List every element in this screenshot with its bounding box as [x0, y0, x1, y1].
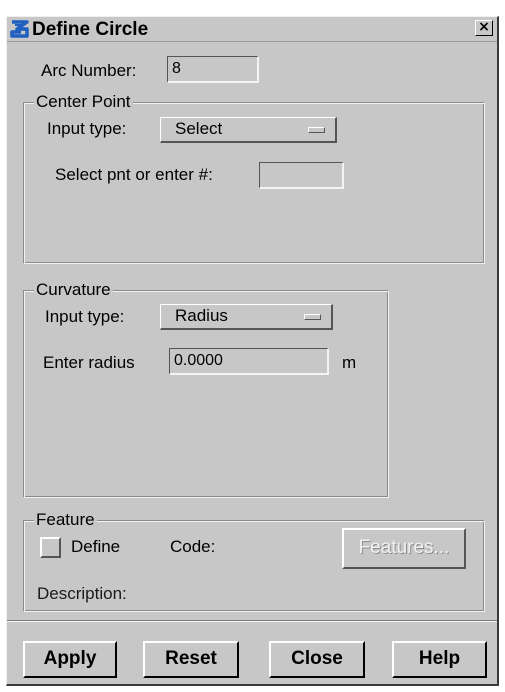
features-button[interactable]: Features... [342, 528, 466, 569]
center-point-group: Center Point Input type: Select Select p… [23, 92, 485, 264]
close-window-button[interactable]: × [475, 20, 493, 36]
define-feature-checkbox[interactable] [40, 537, 61, 558]
center-point-title: Center Point [34, 92, 133, 112]
arc-number-field[interactable]: 8 [167, 56, 259, 83]
radius-field[interactable]: 0.0000 [169, 348, 329, 375]
curvature-group: Curvature Input type: Radius Enter radiu… [23, 280, 389, 498]
radius-unit: m [342, 353, 357, 372]
curvature-input-type-label: Input type: [45, 307, 125, 326]
apply-button[interactable]: Apply [23, 641, 117, 678]
description-label: Description: [37, 584, 127, 603]
center-input-type-select[interactable]: Select [160, 117, 337, 143]
reset-button[interactable]: Reset [143, 641, 239, 678]
option-menu-indicator-icon [308, 127, 325, 133]
select-point-field[interactable] [259, 162, 344, 189]
define-feature-label: Define [71, 537, 121, 556]
button-row-separator [7, 620, 497, 622]
radius-label: Enter radius [43, 353, 135, 372]
close-button[interactable]: Close [269, 641, 365, 678]
center-input-type-value: Select [175, 119, 223, 138]
option-menu-indicator-icon [304, 314, 321, 320]
dialog-title: Define Circle [32, 19, 149, 40]
select-point-label: Select pnt or enter #: [55, 165, 213, 184]
close-icon: × [478, 19, 490, 35]
app-logo-icon [9, 18, 31, 40]
center-input-type-label: Input type: [47, 119, 127, 138]
help-button[interactable]: Help [392, 641, 487, 678]
curvature-title: Curvature [34, 280, 113, 300]
arc-number-label: Arc Number: [41, 61, 137, 80]
feature-title: Feature [34, 510, 97, 530]
curvature-input-type-value: Radius [175, 306, 228, 325]
code-label: Code: [170, 537, 216, 556]
curvature-input-type-select[interactable]: Radius [160, 304, 333, 330]
feature-group: Feature Define Code: Features... Descrip… [23, 510, 485, 612]
title-bar[interactable]: Define Circle × [7, 17, 497, 42]
define-circle-dialog: Define Circle × Arc Number: 8 Center Poi… [6, 16, 499, 686]
